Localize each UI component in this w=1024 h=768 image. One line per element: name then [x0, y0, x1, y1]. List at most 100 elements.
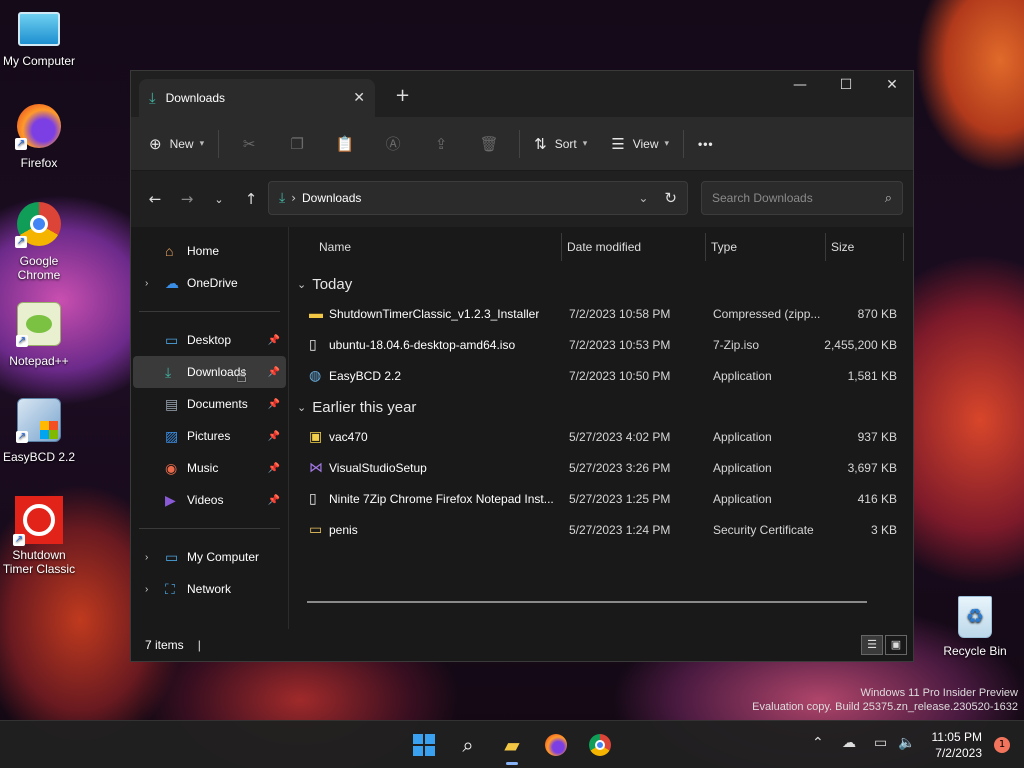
cloud-offline-icon[interactable]: ☁	[842, 735, 856, 751]
forward-arrow-icon[interactable]: →	[171, 190, 203, 208]
sidebar-item-onedrive[interactable]: › ☁ OneDrive	[133, 267, 286, 299]
expand-chevron-icon[interactable]: ›	[145, 552, 165, 563]
pin-icon[interactable]: 📌	[268, 463, 280, 474]
view-button[interactable]: ☰ View ▾	[603, 129, 677, 159]
sidebar-item-label: OneDrive	[187, 276, 238, 290]
file-name: penis	[329, 523, 358, 537]
sidebar-item-label: Pictures	[187, 429, 231, 443]
home-icon: ⌂	[165, 243, 174, 259]
close-tab-icon[interactable]: ✕	[353, 90, 365, 106]
volume-icon[interactable]: 🔈	[898, 735, 915, 751]
firefox-icon: ↗	[15, 104, 61, 150]
command-bar: ⊕ New ▾ ✂ ❐ 📋 Ⓐ ⇪ 🗑 ⇅ Sort ▾ ☰ View ▾ ••…	[131, 117, 913, 171]
search-box[interactable]: ⌕	[701, 181, 903, 215]
notification-badge[interactable]: 1	[994, 737, 1010, 753]
expand-chevron-icon[interactable]: ›	[145, 584, 165, 595]
close-window-button[interactable]: ✕	[869, 77, 915, 93]
new-button[interactable]: ⊕ New ▾	[141, 129, 212, 159]
search-icon[interactable]: ⌕	[452, 729, 484, 761]
table-row[interactable]: ⋈ VisualStudioSetup 5/27/2023 3:26 PM Ap…	[289, 453, 913, 484]
start-button[interactable]	[408, 729, 440, 761]
desktop-icon-label: Firefox	[20, 156, 58, 170]
chevron-down-icon[interactable]: ⌄	[638, 191, 648, 205]
table-row[interactable]: ▯ Ninite 7Zip Chrome Firefox Notepad Ins…	[289, 484, 913, 515]
desktop-icon-chrome[interactable]: ↗ Google Chrome	[0, 202, 78, 282]
file-explorer-taskbar-icon[interactable]: ▰	[496, 729, 528, 765]
address-bar[interactable]: ⤓ › Downloads ⌄ ↻	[268, 181, 688, 215]
pin-icon[interactable]: 📌	[268, 335, 280, 346]
plus-circle-icon: ⊕	[149, 135, 162, 153]
pin-icon[interactable]: 📌	[268, 367, 280, 378]
column-divider[interactable]	[903, 233, 904, 261]
pin-icon[interactable]: 📌	[268, 495, 280, 506]
sidebar-item-home[interactable]: ⌂ Home	[133, 235, 286, 267]
paste-icon[interactable]: 📋	[321, 135, 369, 153]
column-name[interactable]: Name	[319, 240, 351, 254]
file-type: 7-Zip.iso	[713, 338, 760, 352]
clock[interactable]: 11:05 PM 7/2/2023	[932, 729, 982, 761]
sidebar-item-downloads[interactable]: ⤓ Downloads 📌	[133, 356, 286, 388]
pin-icon[interactable]: 📌	[268, 431, 280, 442]
sidebar-item-videos[interactable]: ▶ Videos 📌	[133, 484, 286, 516]
sidebar-item-documents[interactable]: ▤ Documents 📌	[133, 388, 286, 420]
group-header-today[interactable]: ⌄ Today	[289, 269, 913, 299]
chrome-taskbar-icon[interactable]	[584, 729, 616, 761]
cut-icon[interactable]: ✂	[225, 135, 273, 153]
expand-chevron-icon[interactable]: ›	[145, 278, 165, 289]
delete-icon[interactable]: 🗑	[465, 135, 513, 153]
refresh-icon[interactable]: ↻	[664, 189, 677, 207]
sidebar-item-my-computer[interactable]: › ▭ My Computer	[133, 541, 286, 573]
show-hidden-icons-chevron-icon[interactable]: ⌃	[812, 735, 824, 751]
tiles-view-icon[interactable]: ▣	[885, 635, 907, 655]
up-arrow-icon[interactable]: ↑	[235, 190, 267, 208]
tab-downloads[interactable]: ⤓ Downloads ✕	[139, 79, 375, 117]
firefox-taskbar-icon[interactable]	[540, 729, 572, 761]
maximize-button[interactable]: ☐	[823, 77, 869, 93]
network-icon[interactable]: ▭	[874, 735, 887, 751]
back-arrow-icon[interactable]: ←	[139, 190, 171, 208]
column-divider[interactable]	[561, 233, 562, 261]
sidebar-item-music[interactable]: ◉ Music 📌	[133, 452, 286, 484]
table-row[interactable]: ◍ EasyBCD 2.2 7/2/2023 10:50 PM Applicat…	[289, 361, 913, 392]
desktop-icon-firefox[interactable]: ↗ Firefox	[0, 104, 78, 170]
table-row[interactable]: ▬ ShutdownTimerClassic_v1.2.3_Installer …	[289, 299, 913, 330]
group-header-earlier-this-year[interactable]: ⌄ Earlier this year	[289, 392, 913, 422]
sidebar-item-desktop[interactable]: ▭ Desktop 📌	[133, 324, 286, 356]
sort-button[interactable]: ⇅ Sort ▾	[526, 129, 595, 159]
desktop-icon-notepadpp[interactable]: ↗ Notepad++	[0, 302, 78, 368]
status-bar: 7 items | ☰ ▣	[131, 629, 913, 661]
pin-icon[interactable]: 📌	[268, 399, 280, 410]
more-options-button[interactable]: •••	[690, 131, 722, 157]
download-icon: ⤓	[149, 89, 156, 107]
search-input[interactable]	[712, 191, 885, 205]
minimize-button[interactable]: —	[777, 77, 823, 93]
share-icon[interactable]: ⇪	[417, 135, 465, 153]
search-icon[interactable]: ⌕	[885, 191, 892, 206]
file-type: Compressed (zipp...	[713, 307, 821, 321]
desktop-icon-my-computer[interactable]: My Computer	[0, 8, 78, 68]
network-icon: ⛶	[165, 580, 175, 597]
table-row[interactable]: ▯ ubuntu-18.04.6-desktop-amd64.iso 7/2/2…	[289, 330, 913, 361]
file-type: Application	[713, 369, 772, 383]
horizontal-scrollbar[interactable]	[307, 601, 867, 603]
column-size[interactable]: Size	[831, 240, 854, 254]
column-divider[interactable]	[705, 233, 706, 261]
column-date-modified[interactable]: Date modified	[567, 240, 641, 254]
details-view-icon[interactable]: ☰	[861, 635, 883, 655]
copy-icon[interactable]: ❐	[273, 135, 321, 153]
status-divider: |	[197, 638, 201, 652]
desktop-icon-shutdown-timer[interactable]: ↗ Shutdown Timer Classic	[0, 496, 78, 576]
table-row[interactable]: ▭ penis 5/27/2023 1:24 PM Security Certi…	[289, 515, 913, 546]
rename-icon[interactable]: Ⓐ	[369, 133, 417, 154]
sidebar-item-pictures[interactable]: ▨ Pictures 📌	[133, 420, 286, 452]
desktop-icon-recycle-bin[interactable]: ♻ Recycle Bin	[936, 596, 1014, 658]
desktop-icon-label: My Computer	[2, 54, 76, 68]
desktop-icon-easybcd[interactable]: ↗ EasyBCD 2.2	[0, 398, 78, 464]
table-row[interactable]: ▣ vac470 5/27/2023 4:02 PM Application 9…	[289, 422, 913, 453]
column-divider[interactable]	[825, 233, 826, 261]
new-tab-button[interactable]: +	[395, 85, 410, 106]
column-type[interactable]: Type	[711, 240, 737, 254]
recent-locations-chevron-icon[interactable]: ⌄	[203, 193, 235, 206]
breadcrumb[interactable]: Downloads	[302, 191, 638, 205]
sidebar-item-network[interactable]: › ⛶ Network	[133, 573, 286, 605]
